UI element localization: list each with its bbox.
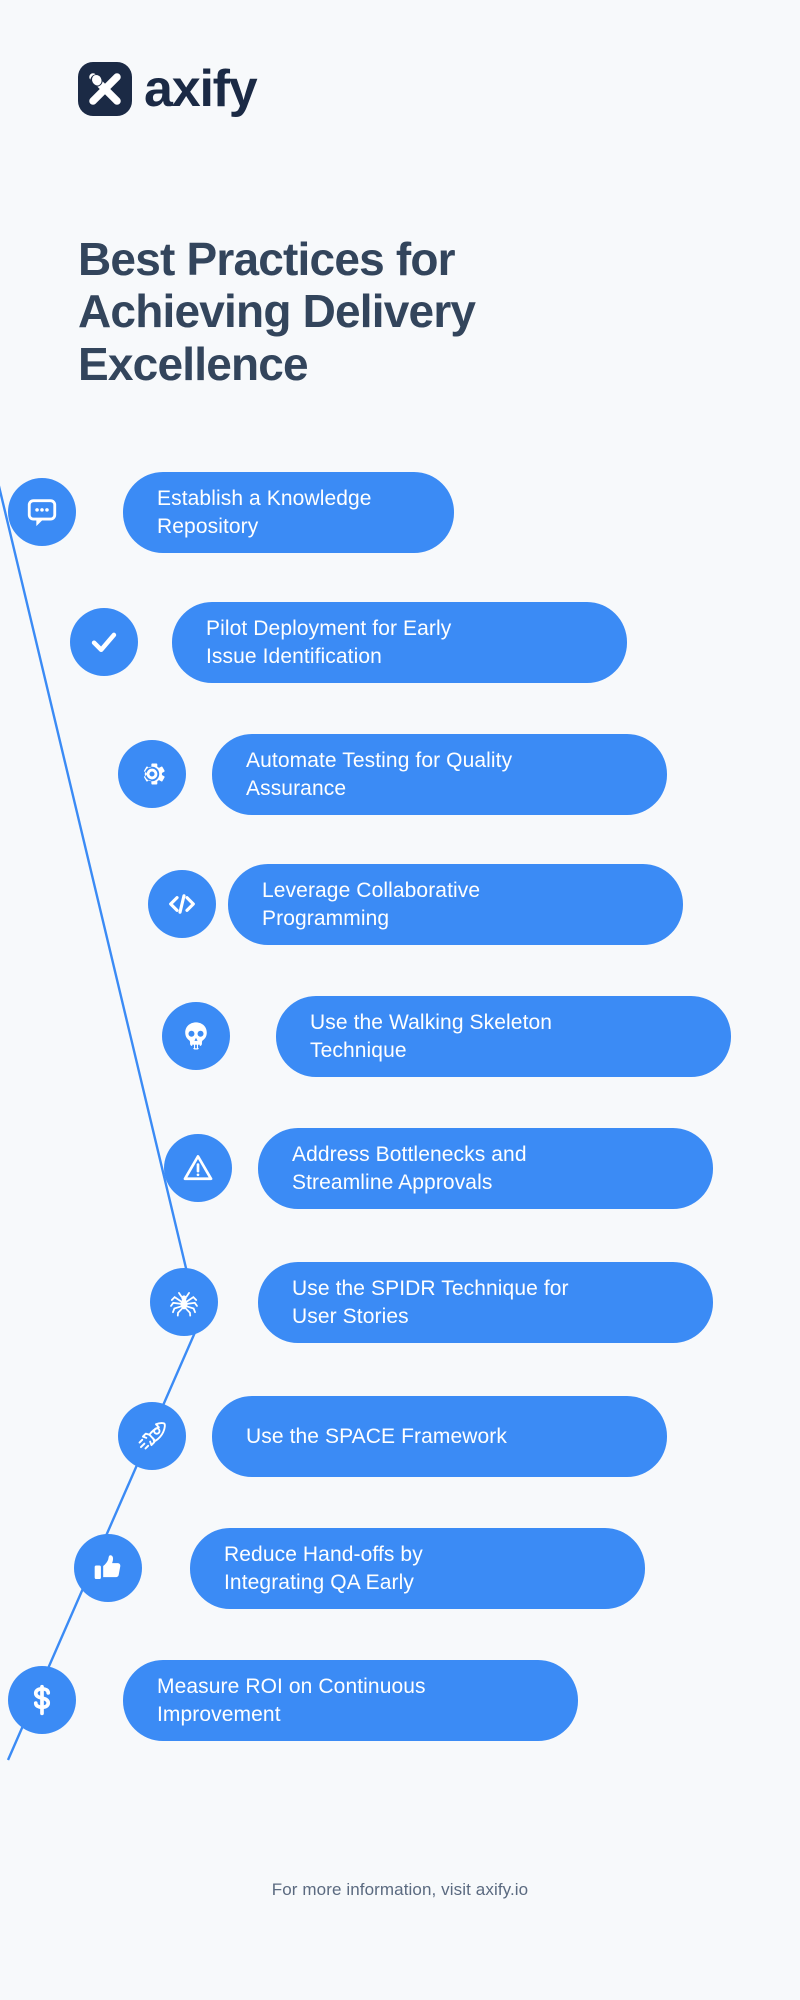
timeline-label-1: Establish a Knowledge Repository bbox=[157, 487, 372, 538]
timeline-pill-9[interactable]: Reduce Hand-offs by Integrating QA Early bbox=[190, 1528, 645, 1609]
timeline-pill-4[interactable]: Leverage Collaborative Programming bbox=[228, 864, 683, 945]
page-title: Best Practices for Achieving Delivery Ex… bbox=[78, 232, 476, 390]
timeline-label-2: Pilot Deployment for Early Issue Identif… bbox=[206, 617, 452, 668]
timeline-label-8: Use the SPACE Framework bbox=[246, 1424, 507, 1448]
dollar-icon bbox=[25, 1683, 59, 1717]
timeline-pill-2[interactable]: Pilot Deployment for Early Issue Identif… bbox=[172, 602, 627, 683]
footer-note: For more information, visit axify.io bbox=[271, 1880, 529, 1899]
timeline-label-4: Leverage Collaborative Programming bbox=[262, 879, 481, 930]
timeline-icon-5[interactable] bbox=[162, 1002, 230, 1070]
logo: axify bbox=[78, 60, 258, 118]
timeline-pill-5[interactable]: Use the Walking Skeleton Technique bbox=[276, 996, 731, 1077]
timeline-pill-8[interactable]: Use the SPACE Framework bbox=[212, 1396, 667, 1477]
brand-header: axify bbox=[78, 60, 258, 118]
gear-icon bbox=[135, 757, 169, 791]
axify-logo-icon bbox=[78, 62, 132, 116]
timeline-pill-10[interactable]: Measure ROI on Continuous Improvement bbox=[123, 1660, 578, 1741]
timeline-label-5: Use the Walking Skeleton Technique bbox=[310, 1011, 553, 1062]
skull-icon bbox=[179, 1019, 213, 1053]
timeline-icon-10[interactable] bbox=[8, 1666, 76, 1734]
warning-triangle-icon bbox=[181, 1151, 215, 1185]
timeline-label-9: Reduce Hand-offs by Integrating QA Early bbox=[224, 1543, 423, 1594]
rocket-icon bbox=[135, 1419, 169, 1453]
check-icon bbox=[87, 625, 121, 659]
chat-bubble-icon bbox=[25, 495, 59, 529]
timeline-icon-7[interactable] bbox=[150, 1268, 218, 1336]
timeline-icon-2[interactable] bbox=[70, 608, 138, 676]
timeline-icon-6[interactable] bbox=[164, 1134, 232, 1202]
thumbs-up-icon bbox=[91, 1551, 125, 1585]
timeline-label-6: Address Bottlenecks and Streamline Appro… bbox=[292, 1143, 527, 1194]
timeline-icon-8[interactable] bbox=[118, 1402, 186, 1470]
timeline-pill-6[interactable]: Address Bottlenecks and Streamline Appro… bbox=[258, 1128, 713, 1209]
infographic-page: axify Best Practices for Achieving Deliv… bbox=[0, 0, 800, 2000]
timeline-label-7: Use the SPIDR Technique for User Stories bbox=[292, 1277, 569, 1328]
timeline-label-3: Automate Testing for Quality Assurance bbox=[246, 749, 513, 800]
logo-wordmark: axify bbox=[144, 60, 258, 118]
timeline-pill-3[interactable]: Automate Testing for Quality Assurance bbox=[212, 734, 667, 815]
timeline-icon-9[interactable] bbox=[74, 1534, 142, 1602]
timeline-icon-4[interactable] bbox=[148, 870, 216, 938]
code-icon bbox=[165, 887, 199, 921]
timeline-label-10: Measure ROI on Continuous Improvement bbox=[157, 1675, 426, 1726]
timeline-pill-7[interactable]: Use the SPIDR Technique for User Stories bbox=[258, 1262, 713, 1343]
timeline-pill-1[interactable]: Establish a Knowledge Repository bbox=[123, 472, 454, 553]
timeline-icon-1[interactable] bbox=[8, 478, 76, 546]
spider-icon bbox=[167, 1285, 201, 1319]
timeline-icon-3[interactable] bbox=[118, 740, 186, 808]
